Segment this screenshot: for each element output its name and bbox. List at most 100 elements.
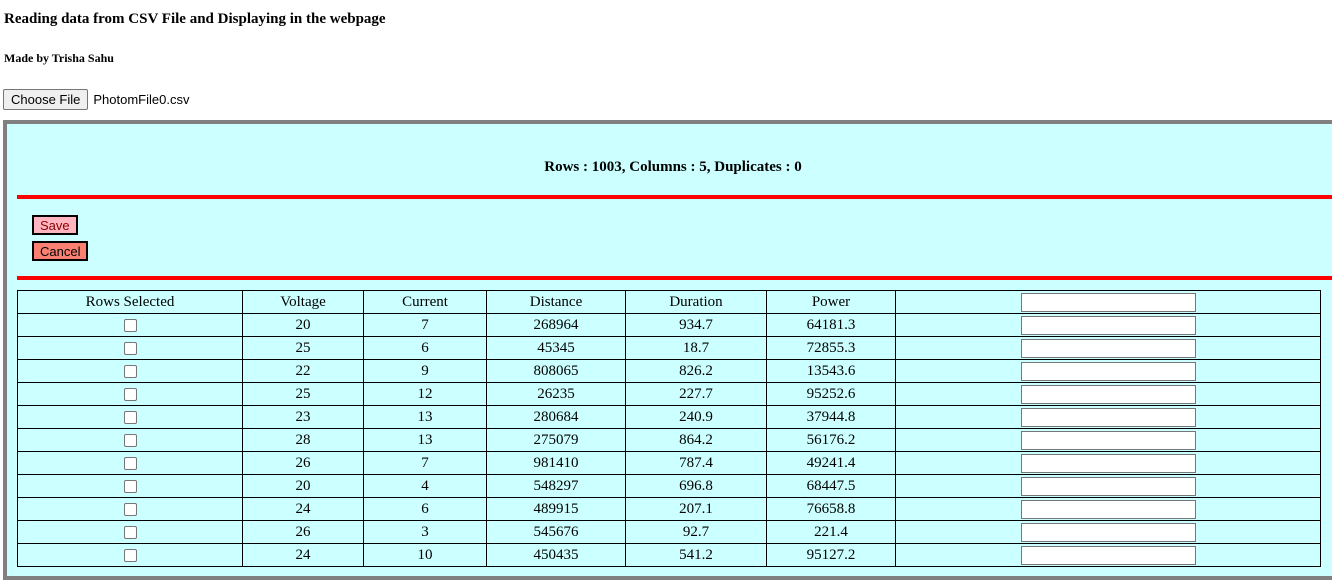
table-row: 23 13 280684 240.9 37944.8 — [17, 405, 1321, 429]
cancel-button[interactable]: Cancel — [32, 241, 89, 261]
cell-current: 9 — [363, 359, 487, 383]
cell-distance: 545676 — [486, 520, 626, 544]
file-input[interactable]: Choose File PhotomFile0.csv — [3, 89, 189, 110]
cell-voltage: 25 — [242, 382, 364, 406]
save-button[interactable]: Save — [32, 215, 78, 235]
row-input-cell — [895, 451, 1321, 475]
row-select-checkbox[interactable] — [123, 341, 137, 355]
row-select-checkbox[interactable] — [123, 456, 137, 470]
row-text-input[interactable] — [1020, 453, 1196, 473]
row-select-cell — [17, 313, 243, 337]
divider-bottom — [17, 276, 1332, 280]
cell-duration: 240.9 — [625, 405, 767, 429]
header-current: Current — [363, 290, 487, 314]
cell-voltage: 26 — [242, 520, 364, 544]
cell-duration: 826.2 — [625, 359, 767, 383]
cell-power: 68447.5 — [766, 474, 896, 498]
row-select-cell — [17, 520, 243, 544]
cell-voltage: 26 — [242, 451, 364, 475]
row-input-cell — [895, 497, 1321, 521]
cell-power: 221.4 — [766, 520, 896, 544]
row-select-checkbox[interactable] — [123, 433, 137, 447]
cell-power: 95252.6 — [766, 382, 896, 406]
data-table-wrapper: Rows Selected Voltage Current Distance D… — [17, 290, 1321, 567]
cell-distance: 450435 — [486, 543, 626, 567]
cell-current: 13 — [363, 428, 487, 452]
data-table: Rows Selected Voltage Current Distance D… — [17, 290, 1321, 567]
row-text-input[interactable] — [1020, 522, 1196, 542]
column-filter-input[interactable] — [1020, 292, 1196, 312]
page-title: Reading data from CSV File and Displayin… — [4, 11, 386, 27]
cell-duration: 696.8 — [625, 474, 767, 498]
row-select-cell — [17, 474, 243, 498]
row-select-cell — [17, 451, 243, 475]
cell-current: 10 — [363, 543, 487, 567]
row-select-checkbox[interactable] — [123, 479, 137, 493]
row-input-cell — [895, 520, 1321, 544]
cell-voltage: 24 — [242, 497, 364, 521]
header-duration: Duration — [625, 290, 767, 314]
row-select-checkbox[interactable] — [123, 387, 137, 401]
cell-duration: 92.7 — [625, 520, 767, 544]
header-rows-selected: Rows Selected — [17, 290, 243, 314]
row-text-input[interactable] — [1020, 430, 1196, 450]
choose-file-button[interactable]: Choose File — [3, 89, 89, 110]
row-text-input[interactable] — [1020, 476, 1196, 496]
cell-voltage: 25 — [242, 336, 364, 360]
table-row: 25 6 45345 18.7 72855.3 — [17, 336, 1321, 360]
row-text-input[interactable] — [1020, 545, 1196, 565]
cell-power: 72855.3 — [766, 336, 896, 360]
row-input-cell — [895, 543, 1321, 567]
cell-distance: 548297 — [486, 474, 626, 498]
row-text-input[interactable] — [1020, 315, 1196, 335]
row-select-cell — [17, 382, 243, 406]
cell-power: 37944.8 — [766, 405, 896, 429]
summary-stats: Rows : 1003, Columns : 5, Duplicates : 0 — [544, 159, 802, 175]
row-text-input[interactable] — [1020, 499, 1196, 519]
row-input-cell — [895, 359, 1321, 383]
row-select-checkbox[interactable] — [123, 502, 137, 516]
row-input-cell — [895, 474, 1321, 498]
table-row: 28 13 275079 864.2 56176.2 — [17, 428, 1321, 452]
row-input-cell — [895, 405, 1321, 429]
cell-distance: 981410 — [486, 451, 626, 475]
cell-duration: 864.2 — [625, 428, 767, 452]
cell-power: 49241.4 — [766, 451, 896, 475]
row-input-cell — [895, 428, 1321, 452]
cell-distance: 45345 — [486, 336, 626, 360]
table-row: 24 6 489915 207.1 76658.8 — [17, 497, 1321, 521]
cell-duration: 934.7 — [625, 313, 767, 337]
cell-voltage: 20 — [242, 474, 364, 498]
cell-voltage: 23 — [242, 405, 364, 429]
row-input-cell — [895, 382, 1321, 406]
row-select-checkbox[interactable] — [123, 525, 137, 539]
row-text-input[interactable] — [1020, 384, 1196, 404]
cell-power: 13543.6 — [766, 359, 896, 383]
header-power: Power — [766, 290, 896, 314]
divider-top — [17, 195, 1332, 199]
cell-current: 7 — [363, 451, 487, 475]
row-select-checkbox[interactable] — [123, 410, 137, 424]
row-select-checkbox[interactable] — [123, 318, 137, 332]
cell-power: 95127.2 — [766, 543, 896, 567]
table-header-row: Rows Selected Voltage Current Distance D… — [17, 290, 1321, 314]
cell-voltage: 28 — [242, 428, 364, 452]
cell-voltage: 24 — [242, 543, 364, 567]
row-input-cell — [895, 313, 1321, 337]
cell-current: 4 — [363, 474, 487, 498]
row-text-input[interactable] — [1020, 361, 1196, 381]
cell-duration: 207.1 — [625, 497, 767, 521]
row-input-cell — [895, 336, 1321, 360]
row-text-input[interactable] — [1020, 407, 1196, 427]
row-text-input[interactable] — [1020, 338, 1196, 358]
row-select-cell — [17, 336, 243, 360]
table-row: 26 3 545676 92.7 221.4 — [17, 520, 1321, 544]
cell-distance: 275079 — [486, 428, 626, 452]
cell-voltage: 20 — [242, 313, 364, 337]
header-input-cell — [895, 290, 1321, 314]
cell-distance: 808065 — [486, 359, 626, 383]
table-row: 25 12 26235 227.7 95252.6 — [17, 382, 1321, 406]
table-row: 26 7 981410 787.4 49241.4 — [17, 451, 1321, 475]
row-select-checkbox[interactable] — [123, 364, 137, 378]
cell-distance: 26235 — [486, 382, 626, 406]
